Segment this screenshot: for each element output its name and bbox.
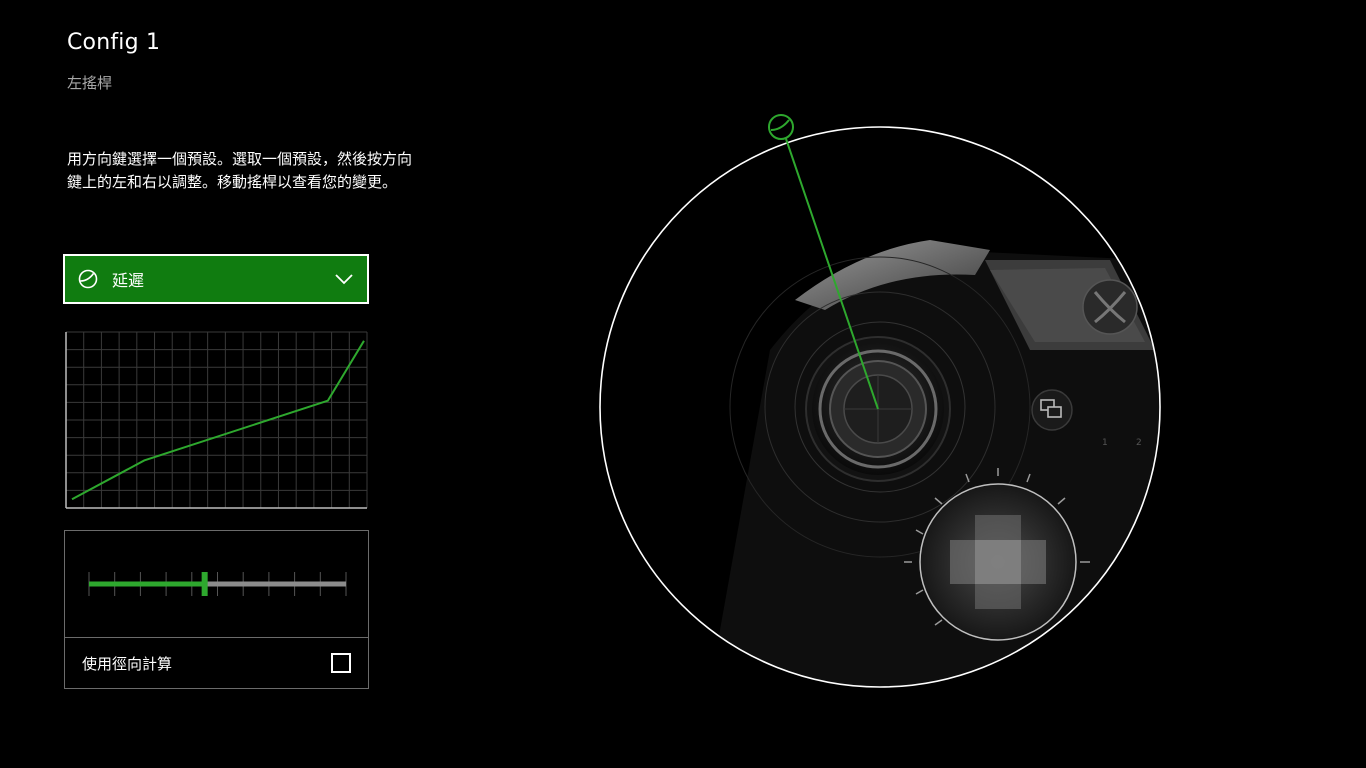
response-curve-icon <box>78 269 98 289</box>
controller-image: 1 2 <box>710 240 1160 687</box>
chevron-down-icon <box>335 274 353 285</box>
preset-dropdown[interactable]: 延遲 <box>63 254 369 304</box>
response-curve-graph <box>65 331 368 509</box>
radial-calculation-checkbox[interactable] <box>331 653 351 673</box>
slider-thumb <box>201 572 208 596</box>
svg-text:2: 2 <box>1136 438 1142 448</box>
controller-preview: 1 2 <box>599 114 1161 688</box>
xbox-logo-icon <box>1082 279 1138 335</box>
dpad <box>919 483 1077 641</box>
radial-calculation-toggle[interactable]: 使用徑向計算 <box>64 637 369 689</box>
stick-position-icon <box>768 114 794 140</box>
instructions-text: 用方向鍵選擇一個預設。選取一個預設，然後按方向鍵上的左和右以調整。移動搖桿以查看… <box>67 150 413 191</box>
svg-text:1: 1 <box>1102 438 1108 448</box>
page-title: Config 1 <box>67 30 161 55</box>
radial-calculation-label: 使用徑向計算 <box>82 654 173 673</box>
page-subtitle: 左搖桿 <box>67 74 113 92</box>
preset-label: 延遲 <box>112 271 145 290</box>
view-button-icon <box>1031 389 1073 431</box>
deadzone-slider[interactable] <box>65 531 370 639</box>
stick-config-page: Config 1 左搖桿 用方向鍵選擇一個預設。選取一個預設，然後按方向鍵上的左… <box>0 0 1366 768</box>
deadzone-slider-panel <box>64 530 369 638</box>
